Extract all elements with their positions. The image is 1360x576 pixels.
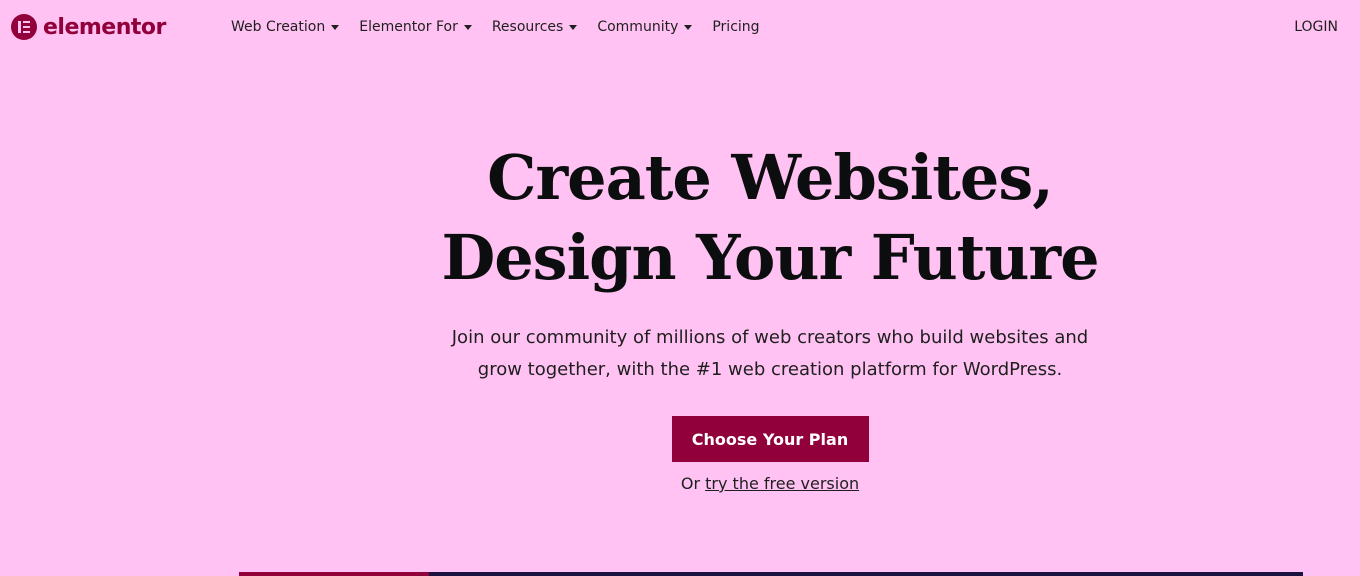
menu-item-label: Community	[597, 19, 679, 35]
menu-item-label: Pricing	[712, 19, 760, 35]
next-section-accent	[239, 572, 429, 576]
menu-item-pricing[interactable]: Pricing	[712, 19, 759, 35]
hero-section: Create Websites, Design Your Future Join…	[340, 138, 1200, 493]
hero-subtitle: Join our community of millions of web cr…	[451, 327, 1089, 380]
menu-item-elementor-for[interactable]: Elementor For	[359, 19, 472, 35]
logo-wordmark: elementor	[43, 14, 166, 40]
caret-down-icon	[684, 24, 693, 30]
menu-item-resources[interactable]: Resources	[492, 19, 578, 35]
menu-item-community[interactable]: Community	[597, 19, 693, 35]
caret-down-icon	[463, 24, 472, 30]
main-menu: Web Creation Elementor For Resources Com…	[231, 19, 760, 35]
try-free-version-link[interactable]: try the free version	[705, 474, 859, 493]
hero-title-line-1: Create Websites,	[487, 141, 1054, 214]
next-section-edge	[239, 572, 1303, 576]
menu-item-label: Elementor For	[359, 19, 458, 35]
menu-item-web-creation[interactable]: Web Creation	[231, 19, 340, 35]
menu-item-label: Web Creation	[231, 19, 326, 35]
elementor-logo[interactable]: elementor	[11, 14, 166, 40]
choose-plan-button[interactable]: Choose Your Plan	[671, 416, 869, 462]
menu-item-label: Resources	[491, 19, 564, 35]
login-link[interactable]: LOGIN	[1294, 19, 1338, 35]
caret-down-icon	[569, 24, 578, 30]
hero-title-line-2: Design Your Future	[441, 221, 1099, 294]
caret-down-icon	[331, 24, 340, 30]
elementor-logo-icon	[11, 14, 37, 40]
hero-title: Create Websites, Design Your Future	[340, 138, 1200, 298]
top-navigation: elementor Web Creation Elementor For Res…	[0, 0, 1360, 56]
alt-prefix: Or	[680, 474, 701, 493]
free-version-line: Or try the free version	[340, 474, 1200, 493]
